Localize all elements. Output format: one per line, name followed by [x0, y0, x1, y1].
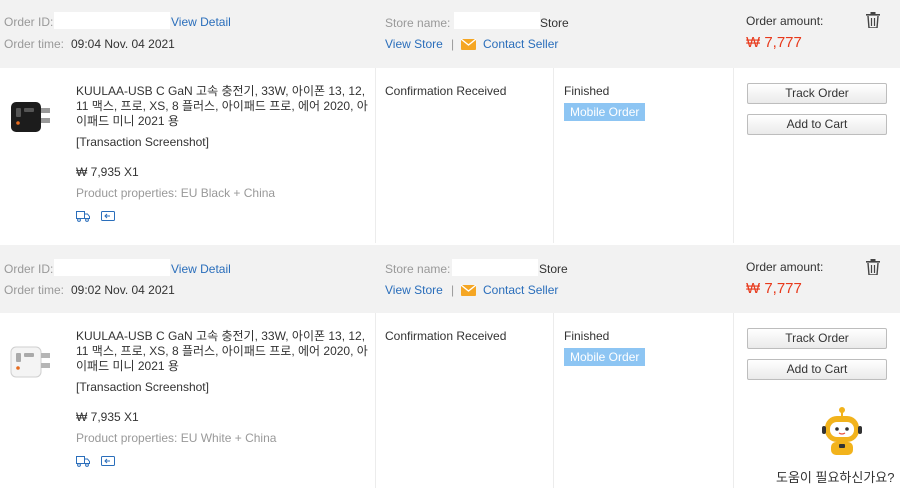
order-id-redacted: [54, 259, 170, 276]
order-amount-label: Order amount:: [746, 14, 824, 28]
track-order-button[interactable]: Track Order: [747, 83, 887, 104]
view-store-link[interactable]: View Store: [385, 283, 443, 297]
order-status: Confirmation Received: [385, 84, 507, 98]
contact-seller-link[interactable]: Contact Seller: [483, 283, 558, 297]
help-text[interactable]: 도움이 필요하신가요?: [776, 467, 894, 486]
contact-seller-link[interactable]: Contact Seller: [483, 37, 558, 51]
divider: [553, 68, 554, 243]
order-time-label: Order time:: [4, 37, 65, 51]
order-status: Confirmation Received: [385, 329, 507, 343]
divider: [733, 68, 734, 243]
delete-order-icon[interactable]: [866, 259, 880, 276]
track-order-button[interactable]: Track Order: [747, 328, 887, 349]
store-name-label: Store name:: [385, 16, 451, 30]
divider: [375, 68, 376, 243]
add-to-cart-button[interactable]: Add to Cart: [747, 114, 887, 135]
product-image[interactable]: [4, 333, 54, 383]
shipping-truck-icon[interactable]: [76, 455, 90, 467]
transaction-screenshot-link[interactable]: [Transaction Screenshot]: [76, 380, 209, 394]
help-widget[interactable]: 도움이 필요하신가요?: [776, 406, 900, 485]
return-icon[interactable]: [101, 455, 115, 467]
mail-icon[interactable]: [460, 284, 477, 296]
return-icon[interactable]: [101, 210, 115, 222]
link-separator: |: [451, 283, 455, 297]
store-name-redacted: [452, 259, 538, 276]
order-body: KUULAA-USB C GaN 고속 충전기, 33W, 아이폰 13, 12…: [0, 68, 900, 243]
store-name-redacted: [454, 12, 540, 29]
shipping-truck-icon[interactable]: [76, 210, 90, 222]
order-id-redacted: [54, 12, 170, 29]
order-header: Order ID: View Detail Order time: 09:04 …: [0, 0, 900, 68]
order-state: Finished: [564, 84, 610, 98]
robot-mascot-icon[interactable]: [822, 406, 862, 458]
transaction-screenshot-link[interactable]: [Transaction Screenshot]: [76, 135, 209, 149]
store-suffix: Store: [539, 262, 568, 276]
mobile-order-badge: Mobile Order: [564, 103, 646, 121]
mail-icon[interactable]: [460, 38, 477, 50]
order-header: Order ID: View Detail Order time: 09:02 …: [0, 245, 900, 313]
order-amount: ₩ 7,777: [746, 280, 802, 297]
order-amount: ₩ 7,777: [746, 34, 802, 51]
order-card: Order ID: View Detail Order time: 09:02 …: [0, 245, 900, 488]
divider: [553, 313, 554, 488]
product-title[interactable]: KUULAA-USB C GaN 고속 충전기, 33W, 아이폰 13, 12…: [76, 329, 372, 374]
divider: [375, 313, 376, 488]
product-image[interactable]: [4, 88, 54, 138]
delete-order-icon[interactable]: [866, 12, 880, 29]
order-time: 09:04 Nov. 04 2021: [71, 37, 175, 51]
view-detail-link[interactable]: View Detail: [171, 15, 231, 29]
order-body: KUULAA-USB C GaN 고속 충전기, 33W, 아이폰 13, 12…: [0, 313, 900, 488]
store-name-label: Store name:: [385, 262, 451, 276]
order-amount-label: Order amount:: [746, 260, 824, 274]
order-time: 09:02 Nov. 04 2021: [71, 283, 175, 297]
divider: [733, 313, 734, 488]
order-card: Order ID: View Detail Order time: 09:04 …: [0, 0, 900, 243]
order-id-label: Order ID:: [4, 262, 54, 276]
order-state: Finished: [564, 329, 610, 343]
price-quantity: ₩ 7,935 X1: [76, 410, 139, 424]
view-detail-link[interactable]: View Detail: [171, 262, 231, 276]
price-quantity: ₩ 7,935 X1: [76, 165, 139, 179]
store-suffix: Store: [540, 16, 569, 30]
order-id-label: Order ID:: [4, 15, 54, 29]
view-store-link[interactable]: View Store: [385, 37, 443, 51]
link-separator: |: [451, 37, 455, 51]
add-to-cart-button[interactable]: Add to Cart: [747, 359, 887, 380]
mobile-order-badge: Mobile Order: [564, 348, 646, 366]
product-properties: Product properties: EU Black + China: [76, 186, 276, 200]
product-title[interactable]: KUULAA-USB C GaN 고속 충전기, 33W, 아이폰 13, 12…: [76, 84, 372, 129]
product-properties: Product properties: EU White + China: [76, 431, 277, 445]
order-time-label: Order time:: [4, 283, 65, 297]
